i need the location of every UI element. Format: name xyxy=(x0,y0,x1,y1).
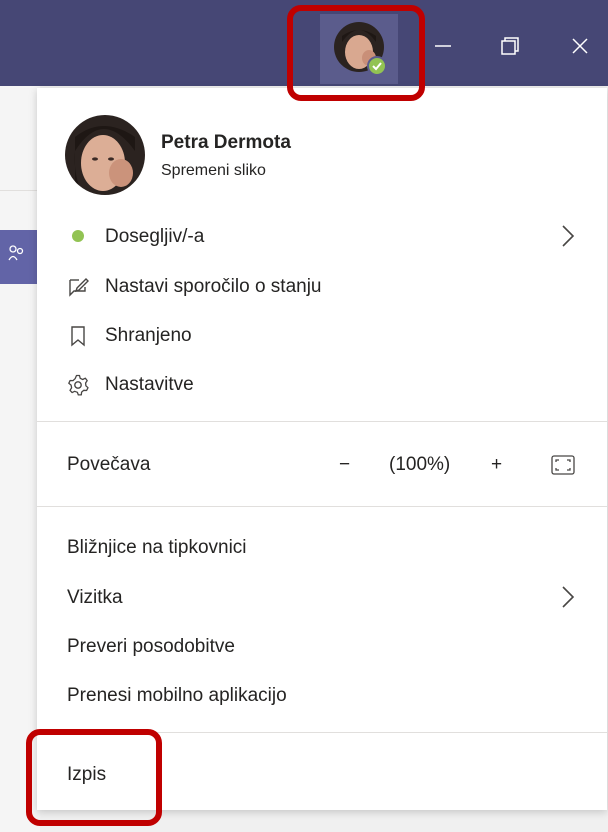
minimize-button[interactable] xyxy=(423,28,463,64)
shortcuts-menu-item[interactable]: Bližnjice na tipkovnici xyxy=(37,525,607,569)
presence-available-icon xyxy=(72,230,84,242)
zoom-out-button[interactable]: − xyxy=(339,454,350,476)
status-message-label: Nastavi sporočilo o stanju xyxy=(105,276,322,297)
saved-label: Shranjeno xyxy=(105,325,192,346)
saved-menu-item[interactable]: Shranjeno xyxy=(37,313,607,357)
about-label: Vizitka xyxy=(67,587,123,608)
close-icon xyxy=(572,38,588,54)
highlight-profile-button xyxy=(287,5,425,101)
download-mobile-label: Prenesi mobilno aplikacijo xyxy=(67,685,287,706)
check-updates-menu-item[interactable]: Preveri posodobitve xyxy=(37,624,607,668)
chat-edit-icon xyxy=(69,278,89,297)
divider xyxy=(37,421,607,422)
check-updates-label: Preveri posodobitve xyxy=(67,636,235,657)
zoom-in-button[interactable]: + xyxy=(491,454,502,476)
settings-menu-item[interactable]: Nastavitve xyxy=(37,362,607,406)
minimize-icon xyxy=(435,45,451,47)
restore-button[interactable] xyxy=(490,28,530,64)
restore-icon xyxy=(501,37,519,55)
close-button[interactable] xyxy=(560,28,600,64)
fit-screen-icon[interactable] xyxy=(551,454,575,476)
highlight-sign-out xyxy=(26,729,162,826)
divider xyxy=(37,506,607,507)
gear-icon xyxy=(68,374,89,396)
background-divider xyxy=(0,190,40,191)
profile-avatar[interactable] xyxy=(65,115,145,195)
status-menu-item[interactable]: Dosegljiv/-a xyxy=(37,214,607,258)
zoom-level: (100%) xyxy=(389,454,451,475)
status-label: Dosegljiv/-a xyxy=(105,226,205,247)
zoom-row: Povečava − (100%) + xyxy=(37,442,607,486)
settings-label: Nastavitve xyxy=(105,374,194,395)
people-icon xyxy=(8,244,24,269)
status-message-menu-item[interactable]: Nastavi sporočilo o stanju xyxy=(37,264,607,308)
change-photo-link[interactable]: Spremeni sliko xyxy=(161,162,266,180)
zoom-label: Povečava xyxy=(67,454,151,475)
bookmark-icon xyxy=(71,326,85,347)
chevron-right-icon xyxy=(562,225,575,247)
about-menu-item[interactable]: Vizitka xyxy=(37,575,607,619)
shortcuts-label: Bližnjice na tipkovnici xyxy=(67,537,247,558)
profile-menu: Petra Dermota Spremeni sliko Dosegljiv/-… xyxy=(37,88,607,810)
download-mobile-menu-item[interactable]: Prenesi mobilno aplikacijo xyxy=(37,673,607,717)
profile-name: Petra Dermota xyxy=(161,132,291,153)
chevron-right-icon xyxy=(562,586,575,608)
background-panel xyxy=(0,86,40,832)
